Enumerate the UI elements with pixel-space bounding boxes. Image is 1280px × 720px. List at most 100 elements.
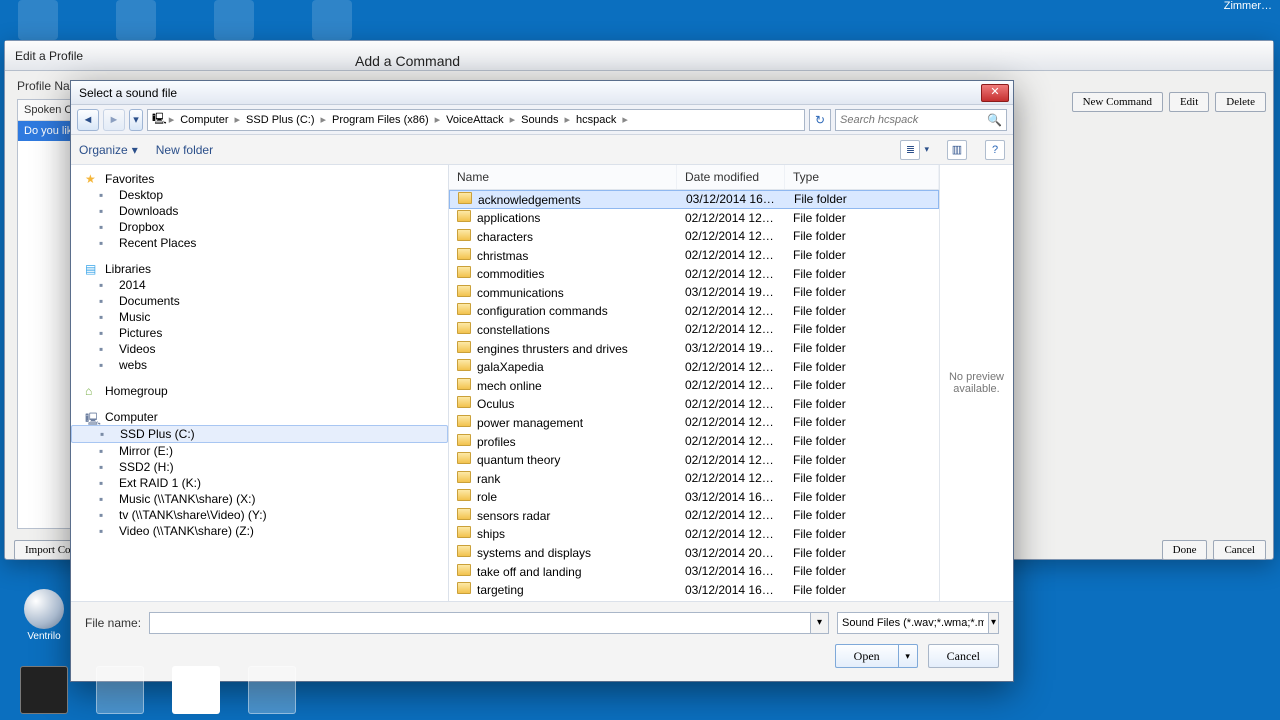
column-type[interactable]: Type xyxy=(785,165,939,189)
breadcrumb-segment[interactable]: Sounds xyxy=(517,114,562,126)
nav-item[interactable]: ▪Videos xyxy=(71,341,448,357)
nav-item[interactable]: ▪2014 xyxy=(71,277,448,293)
nav-section[interactable]: ⌂Homegroup xyxy=(71,383,448,399)
filter-combo[interactable] xyxy=(837,612,989,634)
cancel-profile-button[interactable]: Cancel xyxy=(1213,540,1266,560)
nav-item[interactable]: ▪Music (\\TANK\share) (X:) xyxy=(71,491,448,507)
folder-icon xyxy=(457,582,471,594)
chevron-right-icon: ▸ xyxy=(510,113,516,126)
nav-item[interactable]: ▪Mirror (E:) xyxy=(71,443,448,459)
file-row[interactable]: commodities02/12/2014 12:51File folder xyxy=(449,264,939,283)
file-row[interactable]: galaXapedia02/12/2014 12:51File folder xyxy=(449,357,939,376)
help-icon[interactable]: ? xyxy=(985,140,1005,160)
nav-item[interactable]: ▪Dropbox xyxy=(71,219,448,235)
file-row[interactable]: take off and landing03/12/2014 16:48File… xyxy=(449,562,939,581)
search-input[interactable]: 🔍 xyxy=(835,109,1007,131)
nav-item[interactable]: ▪webs xyxy=(71,357,448,373)
nav-item[interactable]: ▪Recent Places xyxy=(71,235,448,251)
nav-item[interactable]: ▪Desktop xyxy=(71,187,448,203)
navigation-pane[interactable]: ★Favorites▪Desktop▪Downloads▪Dropbox▪Rec… xyxy=(71,165,449,601)
file-row[interactable]: acknowledgements03/12/2014 16:25File fol… xyxy=(449,190,939,209)
nav-item[interactable]: ▪SSD Plus (C:) xyxy=(71,425,448,443)
folder-icon xyxy=(457,564,471,576)
file-row[interactable]: engines thrusters and drives03/12/2014 1… xyxy=(449,339,939,358)
folder-icon xyxy=(457,359,471,371)
search-field[interactable] xyxy=(840,114,987,126)
nav-item[interactable]: ▪Pictures xyxy=(71,325,448,341)
folder-icon xyxy=(457,526,471,538)
breadcrumb-segment[interactable]: SSD Plus (C:) xyxy=(242,114,318,126)
file-row[interactable]: power management02/12/2014 12:51File fol… xyxy=(449,413,939,432)
file-row[interactable]: role03/12/2014 16:49File folder xyxy=(449,488,939,507)
column-date[interactable]: Date modified xyxy=(677,165,785,189)
file-row[interactable]: ships02/12/2014 12:51File folder xyxy=(449,525,939,544)
breadcrumb-segment[interactable]: hcspack xyxy=(572,114,620,126)
filename-label: File name: xyxy=(85,616,141,630)
preview-pane: No preview available. xyxy=(939,165,1013,601)
open-split-dropdown[interactable]: ▾ xyxy=(898,644,918,668)
file-row[interactable]: applications02/12/2014 12:51File folder xyxy=(449,209,939,228)
file-row[interactable]: Oculus02/12/2014 12:51File folder xyxy=(449,395,939,414)
user-label: Zimmer… xyxy=(1224,0,1272,12)
preview-pane-icon[interactable]: ▥ xyxy=(947,140,967,160)
open-button[interactable]: Open xyxy=(835,644,898,668)
filter-dropdown-icon[interactable]: ▾ xyxy=(989,612,999,634)
folder-icon xyxy=(457,471,471,483)
file-row[interactable]: sensors radar02/12/2014 12:51File folder xyxy=(449,506,939,525)
file-row[interactable]: systems and displays03/12/2014 20:24File… xyxy=(449,543,939,562)
filename-input[interactable] xyxy=(149,612,811,634)
nav-section[interactable]: ★Favorites xyxy=(71,171,448,187)
chevron-down-icon: ▾ xyxy=(132,143,138,157)
new-command-button[interactable]: New Command xyxy=(1072,92,1163,112)
folder-icon xyxy=(457,545,471,557)
filename-dropdown-icon[interactable]: ▾ xyxy=(811,612,829,634)
file-row[interactable]: constellations02/12/2014 12:51File folde… xyxy=(449,320,939,339)
delete-button[interactable]: Delete xyxy=(1215,92,1266,112)
breadcrumb-segment[interactable]: VoiceAttack xyxy=(442,114,507,126)
nav-back-button[interactable]: ◄ xyxy=(77,109,99,131)
nav-dropdown-button[interactable]: ▾ xyxy=(129,109,143,131)
organize-menu[interactable]: Organize ▾ xyxy=(79,143,138,157)
file-row[interactable]: profiles02/12/2014 12:51File folder xyxy=(449,432,939,451)
nav-item[interactable]: ▪SSD2 (H:) xyxy=(71,459,448,475)
new-folder-button[interactable]: New folder xyxy=(156,143,213,157)
file-list[interactable]: Name Date modified Type acknowledgements… xyxy=(449,165,939,601)
file-row[interactable]: mech online02/12/2014 12:51File folder xyxy=(449,376,939,395)
view-dropdown-icon[interactable]: ▾ xyxy=(924,144,929,155)
file-row[interactable]: configuration commands02/12/2014 12:51Fi… xyxy=(449,302,939,321)
computer-icon: 🖳 xyxy=(152,110,167,129)
done-button[interactable]: Done xyxy=(1162,540,1208,560)
nav-section[interactable]: 🖳Computer xyxy=(71,409,448,425)
close-icon[interactable]: ✕ xyxy=(981,84,1009,102)
file-row[interactable]: christmas02/12/2014 12:51File folder xyxy=(449,246,939,265)
file-row[interactable]: communications03/12/2014 19:00File folde… xyxy=(449,283,939,302)
edit-button[interactable]: Edit xyxy=(1169,92,1209,112)
file-row[interactable]: rank02/12/2014 12:51File folder xyxy=(449,469,939,488)
folder-icon xyxy=(457,210,471,222)
folder-icon xyxy=(457,229,471,241)
nav-item[interactable]: ▪Video (\\TANK\share) (Z:) xyxy=(71,523,448,539)
nav-item[interactable]: ▪Downloads xyxy=(71,203,448,219)
nav-forward-button[interactable]: ► xyxy=(103,109,125,131)
file-row[interactable]: characters02/12/2014 12:51File folder xyxy=(449,227,939,246)
nav-item[interactable]: ▪tv (\\TANK\share\Video) (Y:) xyxy=(71,507,448,523)
nav-section[interactable]: ▤Libraries xyxy=(71,261,448,277)
breadcrumb-segment[interactable]: Computer xyxy=(176,114,232,126)
ventrilo-shortcut[interactable]: Ventrilo xyxy=(24,589,64,642)
column-name[interactable]: Name xyxy=(449,165,677,189)
folder-icon xyxy=(457,341,471,353)
folder-icon xyxy=(457,303,471,315)
cancel-button[interactable]: Cancel xyxy=(928,644,999,668)
file-row[interactable]: quantum theory02/12/2014 12:51File folde… xyxy=(449,450,939,469)
breadcrumb-segment[interactable]: Program Files (x86) xyxy=(328,114,433,126)
nav-item[interactable]: ▪Music xyxy=(71,309,448,325)
file-row[interactable]: targeting03/12/2014 16:32File folder xyxy=(449,580,939,599)
nav-item[interactable]: ▪Ext RAID 1 (K:) xyxy=(71,475,448,491)
folder-icon xyxy=(457,248,471,260)
refresh-icon[interactable]: ↻ xyxy=(809,109,831,131)
chevron-right-icon: ▸ xyxy=(564,113,570,126)
breadcrumb[interactable]: 🖳▸Computer▸SSD Plus (C:)▸Program Files (… xyxy=(147,109,805,131)
view-menu-icon[interactable]: ≣ xyxy=(900,140,920,160)
nav-item[interactable]: ▪Documents xyxy=(71,293,448,309)
folder-icon xyxy=(457,396,471,408)
